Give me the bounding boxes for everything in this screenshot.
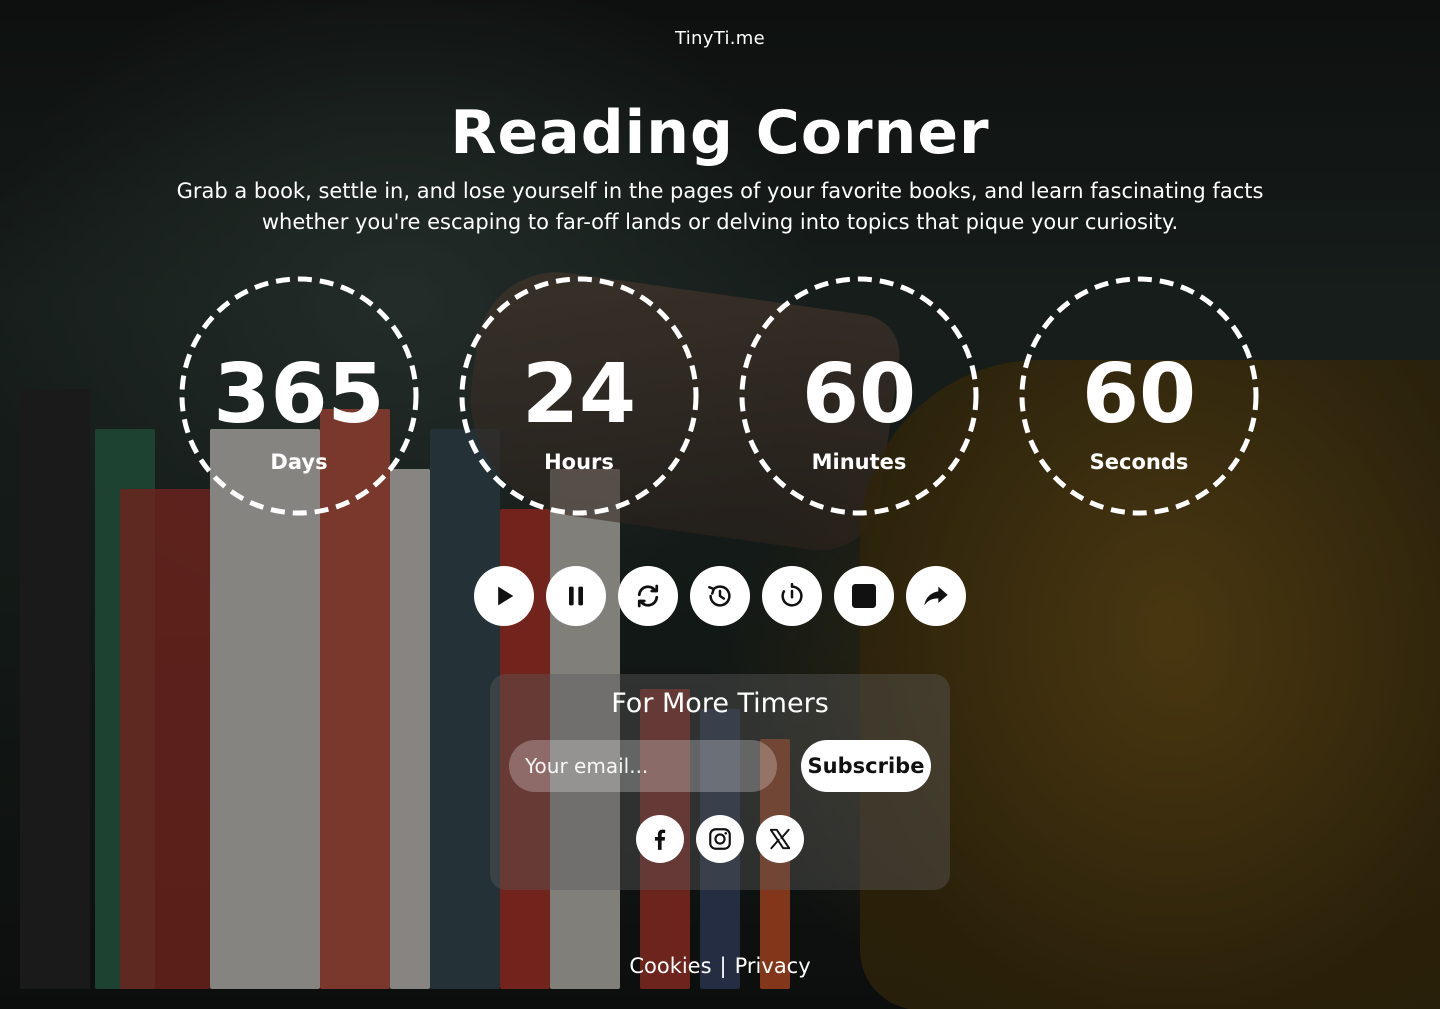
x-icon — [769, 828, 791, 850]
share-button[interactable] — [906, 566, 966, 626]
brand-logo[interactable]: TinyTi.me — [0, 28, 1440, 49]
pause-icon — [569, 586, 583, 606]
newsletter-panel: For More Timers Subscribe — [490, 674, 950, 890]
seconds-value: 60 — [1081, 347, 1197, 442]
instagram-button[interactable] — [696, 815, 744, 863]
days-value: 365 — [213, 347, 385, 442]
refresh-icon — [637, 584, 659, 608]
hours-label: Hours — [544, 450, 614, 474]
hours-value: 24 — [521, 347, 637, 442]
page-subtitle: Grab a book, settle in, and lose yoursel… — [176, 179, 1264, 234]
pause-button[interactable] — [546, 566, 606, 626]
timer-controls — [474, 566, 966, 626]
newsletter-title: For More Timers — [611, 688, 829, 719]
timer-icon — [781, 582, 803, 607]
stop-button[interactable] — [834, 566, 894, 626]
minutes-counter: 60 Minutes — [739, 276, 979, 516]
cookies-link[interactable]: Cookies — [629, 954, 711, 978]
privacy-link[interactable]: Privacy — [735, 954, 811, 978]
facebook-icon — [654, 829, 666, 850]
stop-icon — [852, 584, 876, 608]
email-input[interactable] — [509, 740, 777, 792]
share-icon — [924, 586, 948, 606]
x-button[interactable] — [756, 815, 804, 863]
footer-separator: | — [719, 954, 727, 978]
play-button[interactable] — [474, 566, 534, 626]
days-counter: 365 Days — [179, 276, 419, 516]
instagram-icon — [709, 828, 731, 850]
history-icon — [708, 585, 731, 607]
hours-counter: 24 Hours — [459, 276, 699, 516]
seconds-counter: 60 Seconds — [1019, 276, 1259, 516]
reset-button[interactable] — [618, 566, 678, 626]
social-links — [636, 815, 804, 865]
facebook-button[interactable] — [636, 815, 684, 863]
footer: Cookies | Privacy — [0, 954, 1440, 978]
days-label: Days — [270, 450, 328, 474]
minutes-label: Minutes — [811, 450, 907, 474]
play-icon — [498, 586, 514, 606]
page-title: Reading Corner — [450, 98, 990, 168]
seconds-label: Seconds — [1089, 450, 1189, 474]
timer-button[interactable] — [762, 566, 822, 626]
history-button[interactable] — [690, 566, 750, 626]
minutes-value: 60 — [801, 347, 917, 442]
subscribe-button[interactable]: Subscribe — [801, 740, 931, 792]
